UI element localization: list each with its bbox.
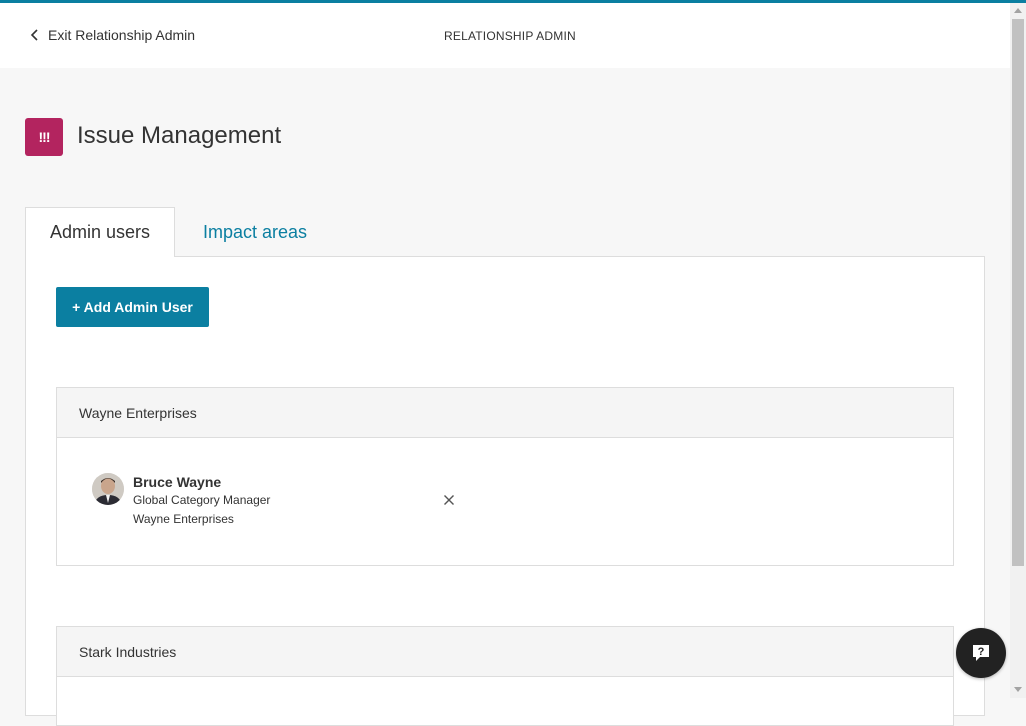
user-role: Global Category Manager bbox=[133, 493, 271, 507]
page-title: Issue Management bbox=[77, 122, 282, 149]
svg-text:?: ? bbox=[978, 646, 985, 658]
scroll-up-arrow-icon[interactable] bbox=[1014, 8, 1022, 13]
app-header: Exit Relationship Admin RELATIONSHIP ADM… bbox=[0, 3, 1010, 68]
exit-link-label: Exit Relationship Admin bbox=[48, 27, 196, 43]
scrollbar-thumb[interactable] bbox=[1012, 19, 1024, 566]
user-name: Bruce Wayne bbox=[133, 474, 222, 490]
admin-user-row: Bruce Wayne Global Category Manager Wayn… bbox=[92, 473, 472, 533]
user-company: Wayne Enterprises bbox=[133, 512, 234, 526]
chevron-left-icon bbox=[30, 29, 38, 41]
group-header: Stark Industries bbox=[57, 627, 953, 677]
avatar bbox=[92, 473, 124, 505]
tab-admin-users[interactable]: Admin users bbox=[25, 207, 175, 257]
add-admin-user-button[interactable]: + Add Admin User bbox=[56, 287, 209, 327]
help-button[interactable]: ? bbox=[956, 628, 1006, 678]
company-group-wayne: Wayne Enterprises Bruce Wayne Global Cat… bbox=[56, 387, 954, 566]
issue-management-icon: !!! bbox=[25, 118, 63, 156]
help-icon: ? bbox=[973, 645, 989, 661]
close-icon[interactable] bbox=[443, 494, 455, 506]
scroll-down-arrow-icon[interactable] bbox=[1014, 687, 1022, 692]
exit-relationship-admin-link[interactable]: Exit Relationship Admin bbox=[29, 27, 195, 43]
company-group-stark: Stark Industries bbox=[56, 626, 954, 726]
header-title: RELATIONSHIP ADMIN bbox=[444, 29, 576, 43]
group-header: Wayne Enterprises bbox=[57, 388, 953, 438]
tab-impact-areas[interactable]: Impact areas bbox=[175, 207, 335, 257]
